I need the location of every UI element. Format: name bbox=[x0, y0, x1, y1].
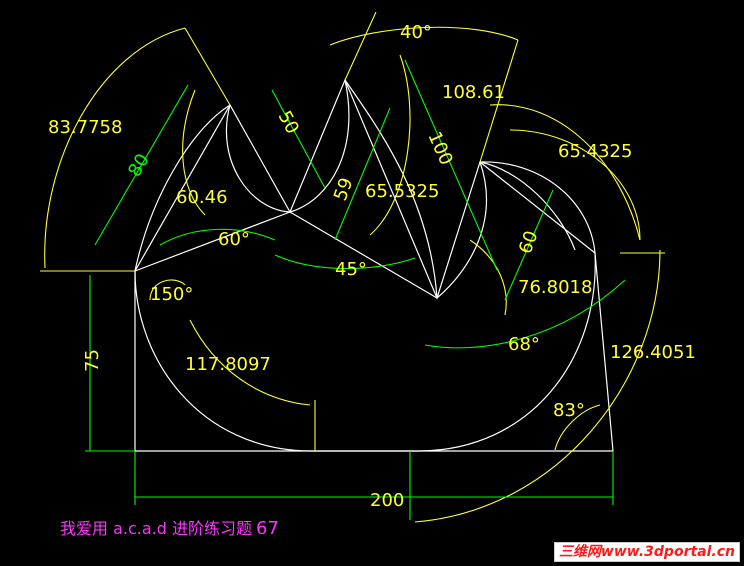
profile-geometry bbox=[134, 78, 614, 452]
label-50: 50 bbox=[274, 107, 303, 137]
arc-dim-83-7758 bbox=[44, 27, 186, 269]
cad-drawing: 40° 83.7758 80 50 100 108.61 65.4325 60.… bbox=[40, 11, 696, 523]
arc-dim-76-8018 bbox=[469, 239, 507, 316]
label-60: 60 bbox=[515, 228, 543, 257]
label-126-4051: 126.4051 bbox=[610, 342, 696, 363]
label-40deg: 40° bbox=[400, 22, 432, 43]
label-65-5325: 65.5325 bbox=[365, 181, 439, 202]
label-83-7758: 83.7758 bbox=[48, 117, 122, 138]
label-60-46: 60.46 bbox=[176, 187, 228, 208]
label-65-4325: 65.4325 bbox=[558, 141, 632, 162]
label-150deg: 150° bbox=[150, 284, 193, 305]
label-100: 100 bbox=[423, 128, 456, 168]
caption-number: 67 bbox=[256, 518, 279, 539]
arc-dim-108-61 bbox=[489, 104, 641, 241]
label-83deg: 83° bbox=[553, 400, 585, 421]
label-117-8097: 117.8097 bbox=[185, 354, 271, 375]
dim-line-59 bbox=[334, 107, 391, 241]
label-108-61: 108.61 bbox=[442, 82, 505, 103]
exercise-caption: 我爱用 a.c.a.d 进阶练习题 67 bbox=[60, 515, 279, 539]
label-45deg: 45° bbox=[335, 259, 367, 280]
site-watermark: 三维网www.3dportal.cn bbox=[553, 542, 740, 562]
caption-text: 我爱用 a.c.a.d 进阶练习题 bbox=[60, 519, 252, 538]
triangle-base-1 bbox=[134, 211, 291, 272]
triangle-base-2 bbox=[289, 211, 438, 299]
arc-dim-65-5325 bbox=[369, 54, 411, 236]
dim-line-50 bbox=[271, 89, 326, 189]
label-75: 75 bbox=[82, 349, 103, 372]
label-60deg: 60° bbox=[218, 229, 250, 250]
ext-line-40a bbox=[344, 11, 377, 81]
label-200: 200 bbox=[370, 490, 404, 511]
label-68deg: 68° bbox=[508, 334, 540, 355]
label-76-8018: 76.8018 bbox=[518, 277, 592, 298]
label-80: 80 bbox=[124, 150, 154, 180]
label-59: 59 bbox=[330, 175, 358, 204]
ext-line-83b bbox=[184, 27, 231, 106]
